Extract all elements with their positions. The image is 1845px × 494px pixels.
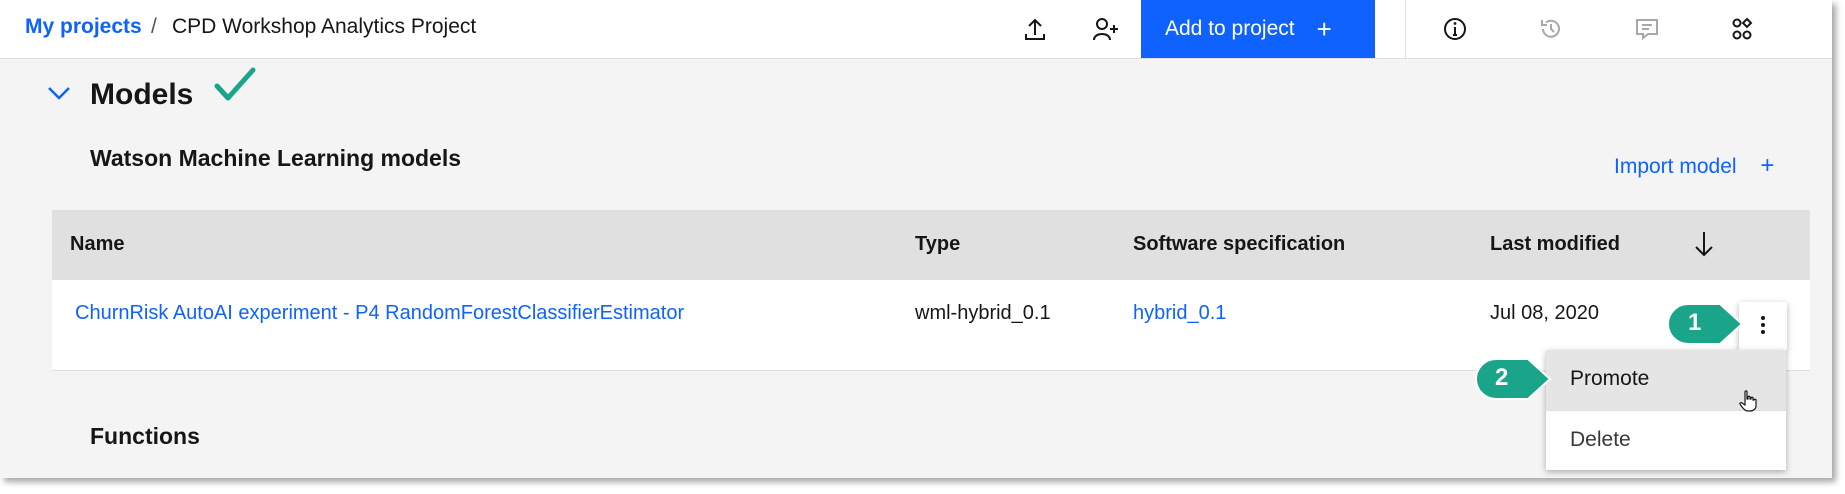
plus-icon: + <box>1316 13 1332 44</box>
callout-number: 2 <box>1495 364 1509 391</box>
comment-icon[interactable] <box>1632 14 1662 44</box>
app-canvas: My projects / CPD Workshop Analytics Pro… <box>0 0 1832 478</box>
last-modified-date: Jul 08, 2020 <box>1490 302 1599 324</box>
page: My projects / CPD Workshop Analytics Pro… <box>0 0 1845 494</box>
add-collaborator-icon[interactable] <box>1091 14 1121 44</box>
breadcrumb-my-projects[interactable]: My projects <box>25 15 142 39</box>
model-name-link[interactable]: ChurnRisk AutoAI experiment - P4 RandomF… <box>75 302 684 325</box>
import-model-label: Import model <box>1614 155 1737 178</box>
model-type: wml-hybrid_0.1 <box>915 302 1051 324</box>
checkmark-icon <box>213 66 257 111</box>
upload-icon[interactable] <box>1020 14 1050 44</box>
history-icon[interactable] <box>1536 14 1566 44</box>
header-divider <box>1405 0 1406 58</box>
column-header-type[interactable]: Type <box>915 233 960 256</box>
column-header-name[interactable]: Name <box>70 233 124 256</box>
overflow-menu-button[interactable] <box>1739 302 1787 350</box>
add-to-project-button[interactable]: Add to project + <box>1141 0 1375 58</box>
apps-icon[interactable] <box>1727 14 1757 44</box>
callout-number: 1 <box>1688 309 1702 336</box>
menu-item-delete[interactable]: Delete <box>1546 410 1786 470</box>
import-model-link[interactable]: Import model + <box>1614 152 1774 180</box>
callout-badge-1: 1 <box>1666 302 1744 346</box>
arrow-down-icon[interactable] <box>1692 229 1716 264</box>
plus-icon: + <box>1760 152 1775 179</box>
column-header-last-modified[interactable]: Last modified <box>1490 233 1620 256</box>
callout-badge-2: 2 <box>1474 357 1552 401</box>
top-header: My projects / CPD Workshop Analytics Pro… <box>0 0 1832 59</box>
hand-cursor-icon <box>1739 390 1757 417</box>
models-table: Name Type Software specification Last mo… <box>52 210 1810 371</box>
functions-subsection-title: Functions <box>90 423 200 449</box>
breadcrumb-project-name: CPD Workshop Analytics Project <box>172 15 477 38</box>
column-header-software-spec[interactable]: Software specification <box>1133 233 1345 256</box>
section-title: Models <box>90 78 194 111</box>
chevron-down-icon[interactable] <box>46 84 72 107</box>
add-to-project-label: Add to project <box>1165 17 1295 40</box>
info-icon[interactable] <box>1440 14 1470 44</box>
software-spec-link[interactable]: hybrid_0.1 <box>1133 302 1226 325</box>
table-header: Name Type Software specification Last mo… <box>52 210 1810 280</box>
overflow-menu-icon <box>1759 314 1767 339</box>
subsection-title: Watson Machine Learning models <box>90 145 462 171</box>
breadcrumb-separator: / <box>151 15 157 38</box>
